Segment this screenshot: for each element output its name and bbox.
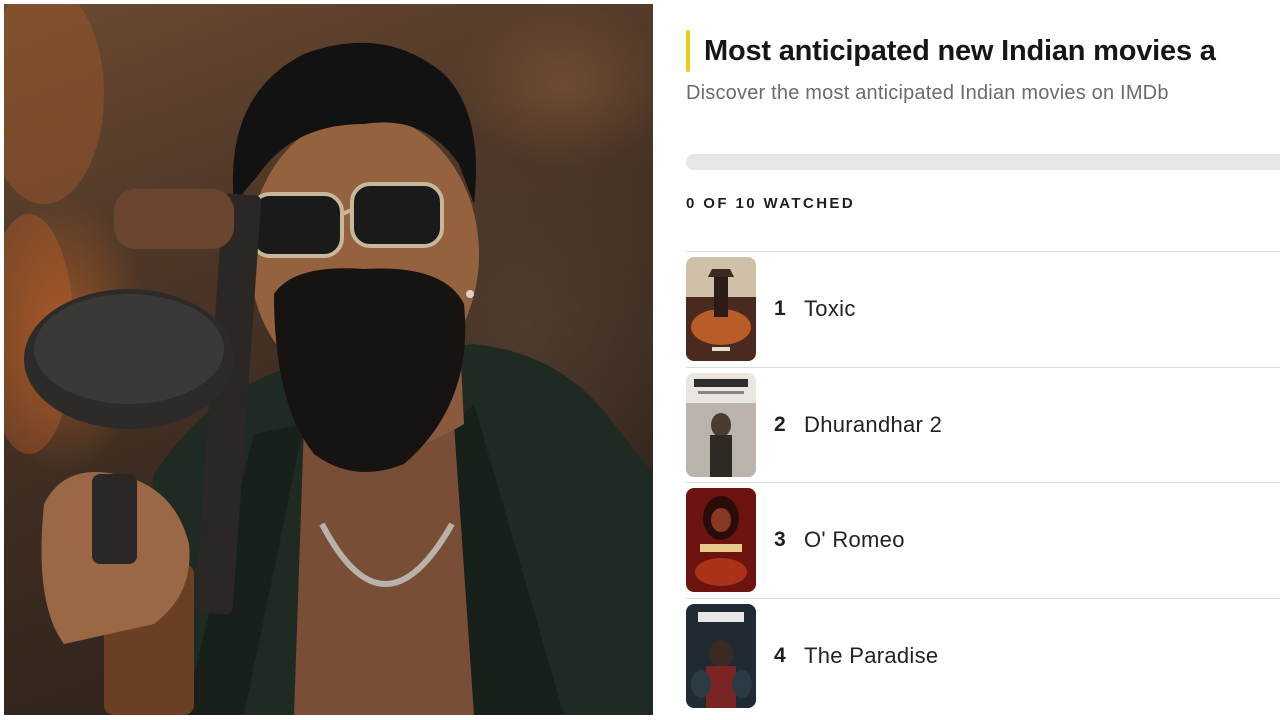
movie-title[interactable]: Toxic bbox=[804, 296, 856, 322]
watched-count: 0 OF 10 WATCHED bbox=[686, 195, 856, 212]
hero-photo bbox=[4, 4, 653, 715]
rank-number: 4 bbox=[774, 643, 786, 667]
movie-poster-o-romeo[interactable] bbox=[686, 488, 756, 593]
hero-photo-illustration bbox=[4, 4, 653, 715]
list-subtitle: Discover the most anticipated Indian mov… bbox=[686, 82, 1169, 104]
rank-number: 3 bbox=[774, 528, 786, 552]
movie-title[interactable]: Dhurandhar 2 bbox=[804, 412, 942, 438]
rank-number: 2 bbox=[774, 412, 786, 436]
list-header: Most anticipated new Indian movies a bbox=[686, 30, 1216, 72]
movie-poster-dhurandhar-2[interactable] bbox=[686, 372, 756, 477]
list-item[interactable]: 1 Toxic bbox=[686, 251, 1280, 367]
watched-progress-bar bbox=[686, 154, 1280, 170]
list-item[interactable]: 2 Dhurandhar 2 bbox=[686, 366, 1280, 483]
movie-poster-the-paradise[interactable] bbox=[686, 603, 756, 708]
movie-title[interactable]: The Paradise bbox=[804, 643, 938, 669]
page-title: Most anticipated new Indian movies a bbox=[704, 34, 1216, 67]
list-item[interactable]: 4 The Paradise bbox=[686, 597, 1280, 714]
title-accent-bar bbox=[686, 30, 690, 72]
movie-title[interactable]: O' Romeo bbox=[804, 527, 905, 553]
imdb-list-panel: Most anticipated new Indian movies a Dis… bbox=[655, 0, 1280, 720]
list-item[interactable]: 3 O' Romeo bbox=[686, 482, 1280, 598]
movie-list: 1 Toxic 2 Dhurandhar 2 3 O' Romeo 4 The … bbox=[686, 251, 1280, 713]
movie-poster-toxic[interactable] bbox=[686, 257, 756, 362]
rank-number: 1 bbox=[774, 297, 786, 321]
